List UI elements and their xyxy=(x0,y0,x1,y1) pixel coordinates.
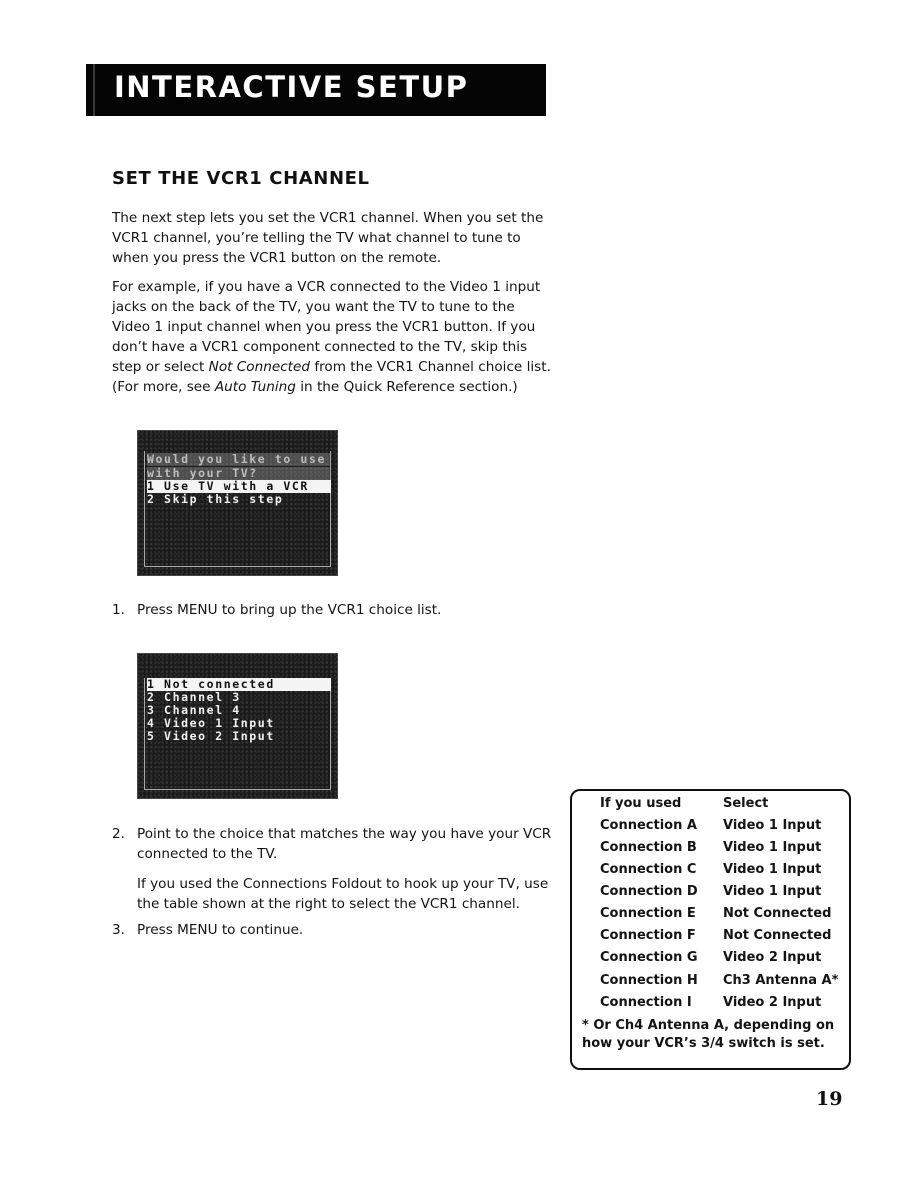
example-text-3: in the Quick Reference section.) xyxy=(295,379,518,395)
tv-prompt-line-2: with your TV? xyxy=(147,467,331,480)
auto-tuning-emphasis: Auto Tuning xyxy=(214,379,296,395)
step-2: 2. Point to the choice that matches the … xyxy=(112,824,552,914)
connection-cell: Connection G xyxy=(600,950,698,965)
not-connected-emphasis: Not Connected xyxy=(208,359,311,375)
connection-cell: Connection B xyxy=(600,840,697,855)
tv-option-skip-step[interactable]: 2 Skip this step xyxy=(147,493,331,506)
page-number: 19 xyxy=(816,1088,843,1110)
tv-option-not-connected[interactable]: 1 Not connected xyxy=(147,678,331,691)
tv-option-use-tv-with-vcr[interactable]: 1 Use TV with a VCR xyxy=(147,480,331,493)
step-number: 1. xyxy=(112,602,125,618)
step-text: Press MENU to bring up the VCR1 choice l… xyxy=(137,602,442,618)
select-cell: Not Connected xyxy=(723,906,832,921)
connection-lookup-table: If you used Select Connection A Video 1 … xyxy=(570,789,851,1070)
connection-cell: Connection I xyxy=(600,995,692,1010)
tv-screen-vcr-prompt: Would you like to use a VCR with your TV… xyxy=(137,430,338,576)
section-heading: SET THE VCR1 CHANNEL xyxy=(112,168,370,189)
tv-option-channel-3[interactable]: 2 Channel 3 xyxy=(147,691,331,704)
title-bar-divider xyxy=(93,64,95,116)
select-cell: Video 1 Input xyxy=(723,840,822,855)
connection-cell: Connection A xyxy=(600,818,697,833)
connection-cell: Connection E xyxy=(600,906,696,921)
step-1: 1. Press MENU to bring up the VCR1 choic… xyxy=(112,600,552,620)
section-title-bar: INTERACTIVE SETUP xyxy=(86,64,546,116)
select-cell: Ch3 Antenna A* xyxy=(723,973,839,988)
intro-paragraph: The next step lets you set the VCR1 chan… xyxy=(112,210,544,266)
step-number: 3. xyxy=(112,922,125,938)
tv-prompt-line-1: Would you like to use a VCR xyxy=(147,453,331,466)
step-3: 3. Press MENU to continue. xyxy=(112,920,552,940)
select-cell: Video 2 Input xyxy=(723,950,822,965)
select-cell: Not Connected xyxy=(723,928,832,943)
example-paragraph: For example, if you have a VCR connected… xyxy=(112,277,552,397)
select-cell: Video 2 Input xyxy=(723,995,822,1010)
page-title: INTERACTIVE SETUP xyxy=(114,70,469,104)
select-cell: Video 1 Input xyxy=(723,862,822,877)
connection-cell: Connection F xyxy=(600,928,696,943)
step-number: 2. xyxy=(112,826,125,842)
tv-screen-vcr1-choice-list: 1 Not connected 2 Channel 3 3 Channel 4 … xyxy=(137,653,338,799)
connection-cell: Connection H xyxy=(600,973,698,988)
table-footnote: * Or Ch4 Antenna A, depending on how you… xyxy=(582,1018,835,1051)
connection-cell: Connection C xyxy=(600,862,697,877)
select-cell: Video 1 Input xyxy=(723,884,822,899)
tv-option-video-2-input[interactable]: 5 Video 2 Input xyxy=(147,730,331,743)
step-text: Press MENU to continue. xyxy=(137,922,304,938)
tv-option-video-1-input[interactable]: 4 Video 1 Input xyxy=(147,717,331,730)
connection-cell: Connection D xyxy=(600,884,698,899)
column-header-select: Select xyxy=(723,796,769,811)
select-cell: Video 1 Input xyxy=(723,818,822,833)
step-text: If you used the Connections Foldout to h… xyxy=(137,876,549,912)
tv-option-channel-4[interactable]: 3 Channel 4 xyxy=(147,704,331,717)
column-header-if-you-used: If you used xyxy=(600,796,682,811)
step-text: Point to the choice that matches the way… xyxy=(137,826,552,862)
